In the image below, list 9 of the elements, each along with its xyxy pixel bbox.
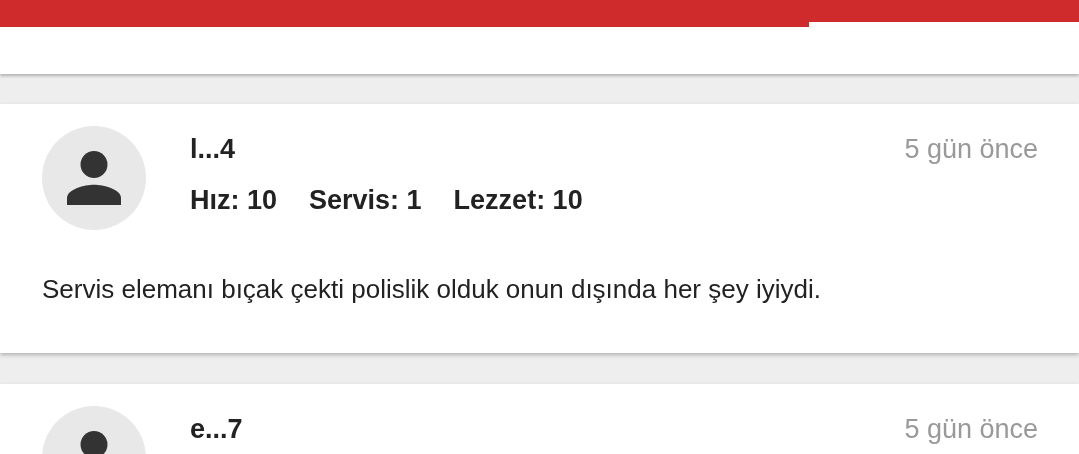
review-text: Servis elemanı bıçak çekti polislik olduk onun dışında her şey iyiydi. xyxy=(42,274,822,305)
rating-score: Hız: 10 xyxy=(190,185,278,216)
person-icon xyxy=(67,151,121,205)
rating-score: Lezzet: 10 xyxy=(453,185,583,216)
review-date: 5 gün önce xyxy=(904,134,1038,165)
review-date: 5 gün önce xyxy=(904,414,1038,445)
rating-score: Servis: 1 xyxy=(309,185,422,216)
username: e...7 xyxy=(190,414,243,445)
username: l...4 xyxy=(190,134,236,165)
